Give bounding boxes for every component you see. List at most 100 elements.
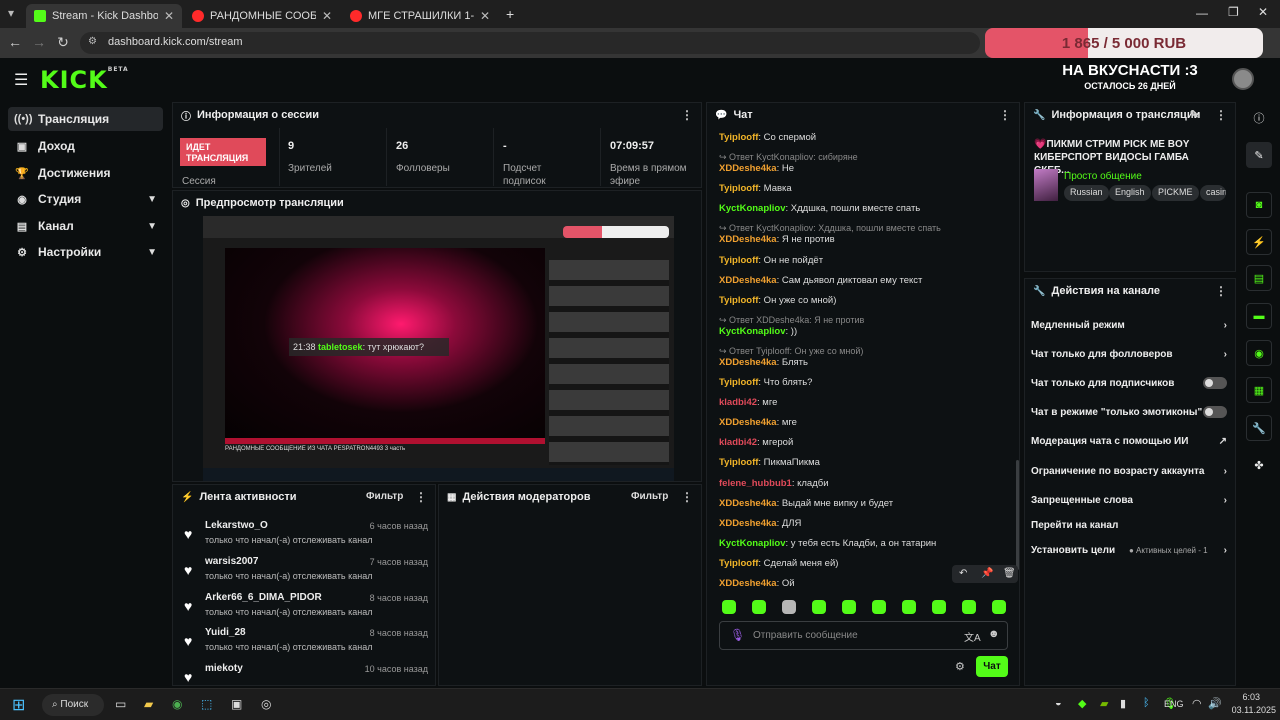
chat-username[interactable]: XDDeshe4ka	[719, 234, 777, 245]
chat-username[interactable]: XDDeshe4ka	[719, 275, 777, 286]
snipping-tool-icon[interactable]: ⬚	[201, 697, 212, 711]
camera-icon[interactable]: ◙	[1246, 192, 1272, 218]
lightning-icon[interactable]: ⚡	[1246, 229, 1272, 255]
chat-username[interactable]: XDDeshe4ka	[719, 578, 777, 589]
chat-username[interactable]: Tyiplooff	[719, 377, 758, 388]
chat-username[interactable]: KyctKonapliov	[719, 326, 786, 337]
emote-button[interactable]	[782, 600, 796, 614]
sidebar-item-income[interactable]: ▣ Доход	[8, 134, 163, 158]
emote-button[interactable]	[932, 600, 946, 614]
chat-icon[interactable]: ▬	[1246, 303, 1272, 329]
tab-kick-dashboard[interactable]: Stream - Kick Dashboard ✕	[26, 4, 182, 28]
tab-youtube-2[interactable]: МГЕ СТРАШИЛКИ 1-26 - YouTube ✕	[342, 4, 498, 28]
activity-user[interactable]: miekoty	[205, 663, 243, 674]
clipboard-icon[interactable]: ▤	[1246, 265, 1272, 291]
reload-icon[interactable]: ↻	[54, 34, 72, 51]
chat-send-button[interactable]: Чат	[976, 656, 1008, 677]
layout-icon[interactable]: ▦	[1246, 377, 1272, 403]
back-arrow-icon[interactable]: ←	[6, 34, 24, 50]
emote-button[interactable]	[752, 600, 766, 614]
edit-icon[interactable]: ✎	[1190, 108, 1199, 121]
tag[interactable]: casin	[1200, 185, 1226, 201]
new-tab-button[interactable]: +	[506, 6, 514, 22]
sidebar-item-studio[interactable]: ◉ Студия ▼	[8, 187, 163, 211]
emote-button[interactable]	[722, 600, 736, 614]
close-icon[interactable]: ✕	[322, 9, 332, 23]
emote-button[interactable]	[962, 600, 976, 614]
activity-user[interactable]: Lekarstwo_O	[205, 520, 268, 531]
bluetooth-icon[interactable]: ᛒ	[1143, 697, 1150, 709]
tag[interactable]: Russian	[1064, 185, 1109, 201]
emote-button[interactable]	[902, 600, 916, 614]
wrench-icon[interactable]: 🔧	[1246, 415, 1272, 441]
windows-start-icon[interactable]: ⊞	[12, 695, 25, 715]
emoji-icon[interactable]: ☻	[988, 628, 1000, 640]
avatar[interactable]	[1232, 68, 1254, 90]
wifi-icon[interactable]: ◠	[1192, 697, 1202, 710]
close-icon[interactable]: ✕	[164, 9, 174, 23]
chat-username[interactable]: Tyiplooff	[719, 295, 758, 306]
emote-button[interactable]	[992, 600, 1006, 614]
minimize-button[interactable]: —	[1196, 6, 1208, 20]
menu-icon[interactable]: ☰	[14, 70, 28, 90]
chat-username[interactable]: XDDeshe4ka	[719, 163, 777, 174]
kick-logo[interactable]: KICKBETA	[40, 66, 129, 94]
emote-only-toggle[interactable]	[1203, 406, 1227, 418]
subscribers-only-toggle[interactable]	[1203, 377, 1227, 389]
activity-user[interactable]: Arker66_6_DIMA_PIDOR	[205, 592, 322, 603]
chat-input[interactable]: 🎙 Отправить сообщение 文A ☻	[719, 621, 1008, 650]
microphone-icon[interactable]: 🎙	[730, 628, 745, 642]
tray-icon[interactable]: ◆	[1078, 697, 1086, 710]
task-view-icon[interactable]: ▭	[115, 697, 126, 711]
window-close-button[interactable]: ✕	[1258, 5, 1268, 19]
chat-username[interactable]: Tyiplooff	[719, 183, 758, 194]
pin-icon[interactable]: 📌	[981, 568, 993, 579]
chat-scrollbar[interactable]	[1016, 460, 1019, 570]
file-explorer-icon[interactable]: ▰	[144, 697, 153, 711]
obs-icon[interactable]: ◎	[261, 697, 271, 711]
action-set-goals[interactable]: Установить цели ● Активных целей - 1 ›	[1031, 540, 1227, 560]
taskbar-search-button[interactable]: ⌕ Поиск	[42, 694, 104, 716]
filter-button[interactable]: Фильтр	[366, 491, 403, 502]
stream-preview-video[interactable]: 21:38 tabletosek: тут хрюкают? РАНДОМНЫЕ…	[203, 216, 674, 481]
chat-username[interactable]: Tyiplooff	[719, 457, 758, 468]
puzzle-icon[interactable]: ✤	[1246, 452, 1272, 478]
emote-button[interactable]	[872, 600, 886, 614]
more-icon[interactable]: ⋮	[415, 490, 427, 504]
action-account-age[interactable]: Ограничение по возрасту аккаунта ›	[1031, 461, 1227, 481]
clock-date[interactable]: 03.11.2025	[1226, 705, 1276, 715]
chat-username[interactable]: kladbi42	[719, 437, 757, 448]
action-ai-moderation[interactable]: Модерация чата с помощью ИИ ↗	[1031, 431, 1227, 451]
chat-username[interactable]: XDDeshe4ka	[719, 357, 777, 368]
forward-arrow-icon[interactable]: →	[30, 34, 48, 50]
sidebar-item-settings[interactable]: ⚙ Настройки ▼	[8, 240, 163, 264]
edit-icon[interactable]: ✎	[1246, 142, 1272, 168]
sidebar-item-achievements[interactable]: 🏆 Достижения	[8, 161, 163, 185]
chat-settings-gear-icon[interactable]: ⚙	[955, 660, 965, 673]
action-banned-words[interactable]: Запрещенные слова ›	[1031, 490, 1227, 510]
chat-username[interactable]: felene_hubbub1	[719, 478, 792, 489]
tab-youtube-1[interactable]: РАНДОМНЫЕ СООБЩЕНИЕ ИЗ ✕	[184, 4, 340, 28]
chat-username[interactable]: Tyiplooff	[719, 558, 758, 569]
nvidia-icon[interactable]: ▰	[1100, 697, 1108, 710]
tag[interactable]: English	[1109, 185, 1151, 201]
chat-username[interactable]: KyctKonapliov	[719, 538, 786, 549]
more-icon[interactable]: ⋮	[681, 108, 693, 122]
chat-username[interactable]: Tyiplooff	[719, 255, 758, 266]
chat-username[interactable]: Tyiplooff	[719, 132, 758, 143]
chrome-icon[interactable]: ◉	[172, 697, 182, 711]
action-slow-mode[interactable]: Медленный режим ›	[1031, 315, 1227, 335]
chat-username[interactable]: XDDeshe4ka	[719, 417, 777, 428]
chat-username[interactable]: KyctKonapliov	[719, 203, 786, 214]
info-icon[interactable]: ⓘ	[1246, 105, 1272, 131]
chat-username[interactable]: kladbi42	[719, 397, 757, 408]
tray-icon[interactable]: ▮	[1120, 697, 1126, 710]
chat-username[interactable]: XDDeshe4ka	[719, 518, 777, 529]
activity-user[interactable]: Yuidi_28	[205, 627, 246, 638]
action-go-to-channel[interactable]: Перейти на канал	[1031, 515, 1227, 535]
chat-username[interactable]: XDDeshe4ka	[719, 498, 777, 509]
more-icon[interactable]: ⋮	[1215, 108, 1227, 122]
site-info-icon[interactable]: ⚙	[88, 36, 97, 47]
sidebar-item-channel[interactable]: ▤ Канал ▼	[8, 214, 163, 238]
language-indicator[interactable]: ENG	[1164, 699, 1184, 709]
